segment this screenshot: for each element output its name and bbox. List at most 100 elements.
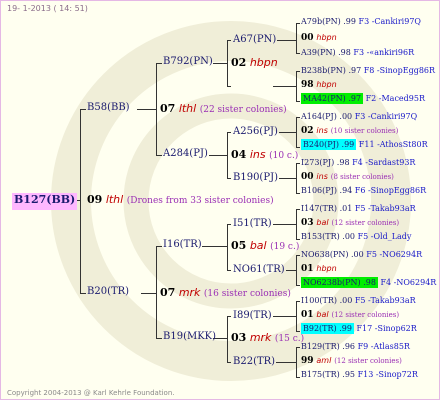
gen1-year-2: 07 xyxy=(160,286,176,299)
gen4-mother-1[interactable]: A79b(PN) .99 F3 -Cankiri97Q xyxy=(301,18,421,26)
gen4-breed-2: hbpn xyxy=(316,80,337,89)
gen4-father-label-7: B92(TR) .99 xyxy=(301,323,354,334)
gen4-father-code-2: F2 -Maced95R xyxy=(365,94,425,103)
gen2-breed-3: bal xyxy=(249,239,267,252)
gen4-father-3[interactable]: B240(PJ) .99 F11 -AthosSt80R xyxy=(301,139,428,150)
root-breed: lthl xyxy=(105,193,124,206)
gen4-father-label-3: B240(PJ) .99 xyxy=(301,139,357,150)
gen4-mother-label-1: A79b(PN) .99 xyxy=(301,17,356,26)
gen4-mother-2[interactable]: B238b(PN) .97 F8 -SinopEgg86R xyxy=(301,67,435,75)
gen4-year-1: 00 xyxy=(301,33,314,43)
gen4-breed-7: bal xyxy=(316,310,329,319)
gen2-breed-1: hbpn xyxy=(249,56,278,69)
gen3-node-6[interactable]: I89(TR) xyxy=(233,311,272,321)
root-queen-name: B127(BB) xyxy=(14,193,76,206)
gen2-note-4: (15 c.) xyxy=(274,334,305,344)
root-queen[interactable]: B127(BB) xyxy=(12,193,78,210)
gen4-mating-8: 99 aml (12 sister colonies) xyxy=(301,357,402,366)
gen4-father-code-8: F13 -Sinop72R xyxy=(357,370,418,379)
gen4-father-code-6: F4 -NO6294R xyxy=(380,278,437,287)
gen4-note-3: (10 sister colonies) xyxy=(330,127,399,135)
gen4-note-4: (8 sister colonies) xyxy=(330,173,394,181)
gen4-breed-5: bal xyxy=(316,218,329,227)
gen2-note-3: (19 c.) xyxy=(270,242,300,252)
gen1-mating-2: 07 mrk (16 sister colonies) xyxy=(160,287,291,299)
gen3-node-4[interactable]: I51(TR) xyxy=(233,219,272,229)
gen4-year-6: 01 xyxy=(301,264,314,274)
gen4-breed-3: ins xyxy=(316,126,328,135)
gen4-father-label-2: MA42(PN) .97 xyxy=(301,93,364,104)
gen4-year-5: 03 xyxy=(301,218,314,228)
gen4-father-label-6: NO6238b(PN) .98 xyxy=(301,277,378,288)
gen2-mating-1: 02 hbpn xyxy=(231,57,278,68)
gen4-mother-code-1: F3 -Cankiri97Q xyxy=(358,17,421,26)
gen4-mother-code-4: F4 -Sardast93R xyxy=(352,158,416,167)
gen2-year-2: 04 xyxy=(231,148,247,161)
gen4-mating-4: 00 ins (8 sister colonies) xyxy=(301,173,394,182)
gen4-father-code-3: F11 -AthosSt80R xyxy=(358,140,428,149)
gen1-node-1[interactable]: B58(BB) xyxy=(87,103,130,113)
gen4-note-8: (12 sister colonies) xyxy=(334,357,402,365)
gen4-mother-code-3: F3 -Cankiri97Q xyxy=(354,112,418,121)
gen4-year-8: 99 xyxy=(301,356,314,366)
gen1-note-2: (16 sister colonies) xyxy=(203,289,291,299)
gen1-breed-2: mrk xyxy=(178,286,201,299)
gen4-father-label-4: B106(PJ) .94 xyxy=(301,186,353,195)
gen2-breed-4: mrk xyxy=(249,331,272,344)
gen2-node-4[interactable]: B19(MKK) xyxy=(163,332,216,342)
gen4-mother-8[interactable]: B129(TR) .96 F9 -Atlas85R xyxy=(301,343,410,351)
root-note: (Drones from 33 sister colonies) xyxy=(126,196,274,206)
gen4-father-7[interactable]: B92(TR) .99 F17 -Sinop62R xyxy=(301,323,417,334)
gen4-mating-2: 98 hbpn xyxy=(301,81,337,90)
root-mating: 09 lthl (Drones from 33 sister colonies) xyxy=(87,194,274,206)
gen4-mother-7[interactable]: I100(TR) .00 F5 -Takab93aR xyxy=(301,297,416,305)
gen4-father-code-7: F17 -Sinop62R xyxy=(356,324,417,333)
gen4-father-1[interactable]: A39(PN) .98 F3 -«ankiri96R xyxy=(301,49,414,57)
gen4-mother-6[interactable]: NO638(PN) .00 F5 -NO6294R xyxy=(301,251,422,259)
gen1-year-1: 07 xyxy=(160,102,176,115)
gen4-father-label-8: B175(TR) .95 xyxy=(301,370,356,379)
gen2-mating-3: 05 bal (19 c.) xyxy=(231,240,299,252)
gen4-year-4: 00 xyxy=(301,172,314,182)
gen4-mating-6: 01 hbpn xyxy=(301,265,337,274)
gen3-node-5[interactable]: NO61(TR) xyxy=(233,265,285,275)
gen2-node-1[interactable]: B792(PN) xyxy=(163,57,213,67)
gen4-mother-4[interactable]: I273(PJ) .98 F4 -Sardast93R xyxy=(301,159,415,167)
gen4-note-7: (12 sister colonies) xyxy=(331,311,400,319)
gen4-year-7: 01 xyxy=(301,310,314,320)
gen3-node-1[interactable]: A67(PN) xyxy=(233,35,276,45)
gen2-mating-2: 04 ins (10 c.) xyxy=(231,149,298,161)
gen4-mother-5[interactable]: I147(TR) .01 F5 -Takab93aR xyxy=(301,205,416,213)
gen4-mother-label-5: I147(TR) .01 xyxy=(301,204,353,213)
gen4-note-5: (12 sister colonies) xyxy=(331,219,400,227)
gen4-mating-1: 00 hbpn xyxy=(301,34,337,43)
gen4-father-5[interactable]: B153(TR) .00 F5 -Old_Lady xyxy=(301,233,411,241)
gen4-mother-label-4: I273(PJ) .98 xyxy=(301,158,350,167)
gen4-mother-label-2: B238b(PN) .97 xyxy=(301,66,362,75)
gen3-node-7[interactable]: B22(TR) xyxy=(233,357,275,367)
gen4-father-6[interactable]: NO6238b(PN) .98 F4 -NO6294R xyxy=(301,277,437,288)
gen4-breed-8: aml xyxy=(316,356,332,365)
gen4-breed-1: hbpn xyxy=(316,33,337,42)
gen4-mother-3[interactable]: A164(PJ) .00 F3 -Cankiri97Q xyxy=(301,113,417,121)
gen4-mating-5: 03 bal (12 sister colonies) xyxy=(301,219,399,228)
gen3-node-3[interactable]: B190(PJ) xyxy=(233,173,278,183)
gen4-father-4[interactable]: B106(PJ) .94 F6 -SinopEgg86R xyxy=(301,187,426,195)
gen2-node-2[interactable]: A284(PJ) xyxy=(163,149,208,159)
gen4-father-2[interactable]: MA42(PN) .97 F2 -Maced95R xyxy=(301,93,425,104)
gen1-mating-1: 07 lthl (22 sister colonies) xyxy=(160,103,287,115)
gen2-year-4: 03 xyxy=(231,331,247,344)
copyright-footer: Copyright 2004-2013 @ Karl Kehrle Founda… xyxy=(7,389,175,397)
gen4-breed-4: ins xyxy=(316,172,328,181)
pedigree-chart: 19- 1-2013 ( 14: 51) B127(BB) 09 lthl (D… xyxy=(0,0,440,400)
gen4-father-code-4: F6 -SinopEgg86R xyxy=(354,186,427,195)
gen4-father-8[interactable]: B175(TR) .95 F13 -Sinop72R xyxy=(301,371,418,379)
gen2-breed-2: ins xyxy=(249,148,266,161)
gen3-node-2[interactable]: A256(PJ) xyxy=(233,127,278,137)
gen4-father-code-1: F3 -«ankiri96R xyxy=(353,48,415,57)
gen1-node-2[interactable]: B20(TR) xyxy=(87,287,129,297)
gen4-mother-code-5: F5 -Takab93aR xyxy=(354,204,416,213)
gen4-mating-3: 02 ins (10 sister colonies) xyxy=(301,127,398,136)
gen2-node-3[interactable]: I16(TR) xyxy=(163,240,202,250)
root-year: 09 xyxy=(87,193,103,206)
